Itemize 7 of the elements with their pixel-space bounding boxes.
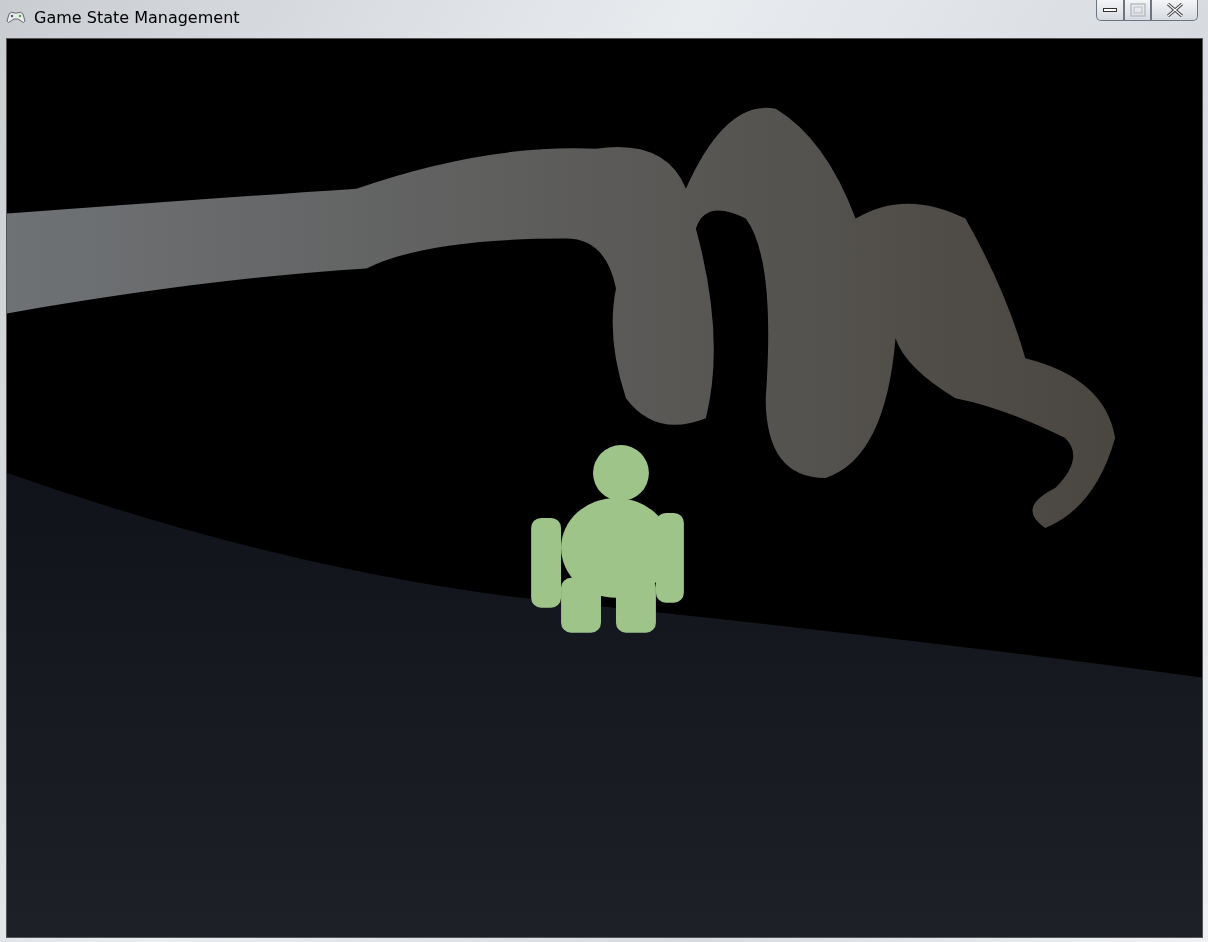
gamepad-icon: [6, 9, 26, 25]
close-icon: [1165, 3, 1184, 17]
maximize-icon: [1129, 3, 1146, 17]
minimize-icon: [1103, 8, 1117, 12]
close-button[interactable]: [1151, 0, 1198, 21]
minimize-button[interactable]: [1096, 0, 1124, 21]
window-title: Game State Management: [34, 7, 240, 27]
